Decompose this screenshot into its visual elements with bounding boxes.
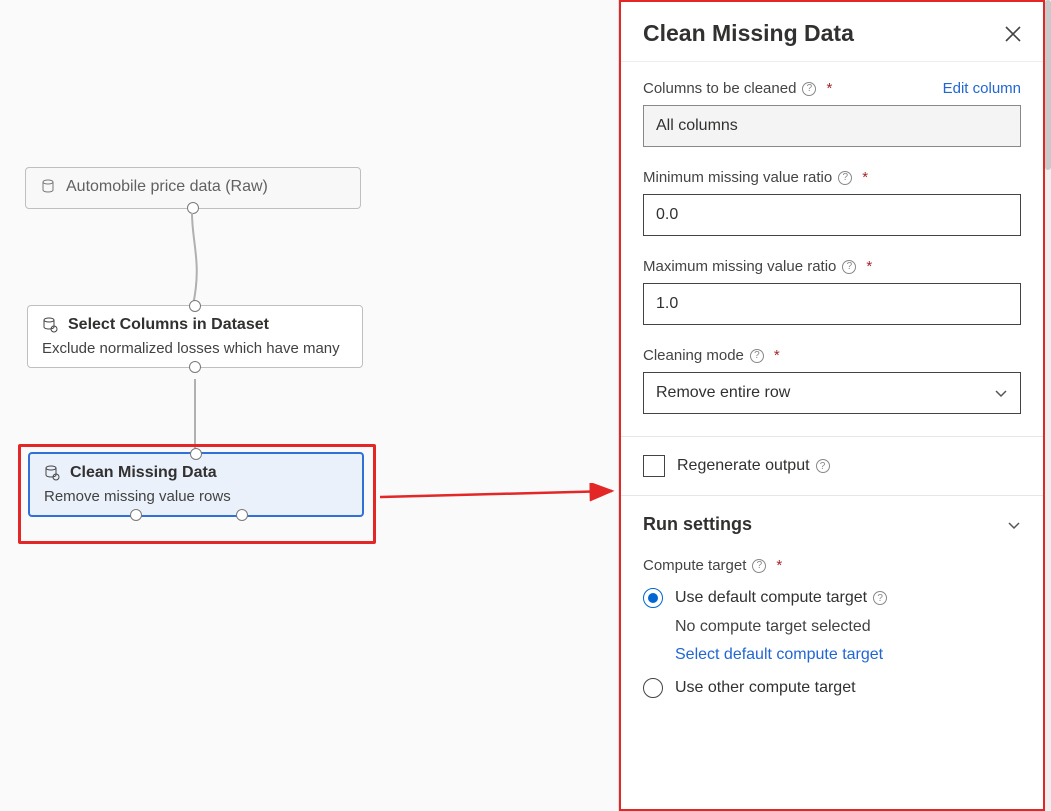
cleaning-mode-label: Cleaning mode ? * <box>643 347 780 364</box>
required-asterisk: * <box>862 169 868 186</box>
node-clean-missing-data[interactable]: Clean Missing Data Remove missing value … <box>28 452 364 517</box>
close-icon[interactable] <box>1005 26 1021 42</box>
help-icon[interactable]: ? <box>838 171 852 185</box>
regenerate-label: Regenerate output ? <box>677 457 830 475</box>
input-port[interactable] <box>189 300 201 312</box>
section-title: Run settings <box>643 514 752 535</box>
required-asterisk: * <box>776 557 782 574</box>
cleaning-mode-value: Remove entire row <box>656 384 790 402</box>
divider <box>621 495 1043 496</box>
node-description: Exclude normalized losses which have man… <box>42 340 348 357</box>
required-asterisk: * <box>826 80 832 97</box>
help-icon[interactable]: ? <box>842 260 856 274</box>
no-compute-selected-text: No compute target selected <box>675 618 1021 636</box>
node-select-columns[interactable]: Select Columns in Dataset Exclude normal… <box>27 305 363 368</box>
min-ratio-label: Minimum missing value ratio ? * <box>643 169 868 186</box>
help-icon[interactable]: ? <box>750 349 764 363</box>
required-asterisk: * <box>866 258 872 275</box>
node-title: Clean Missing Data <box>70 464 217 482</box>
help-icon[interactable]: ? <box>873 591 887 605</box>
connector-2 <box>194 379 196 450</box>
cleaning-mode-select[interactable]: Remove entire row <box>643 372 1021 414</box>
help-icon[interactable]: ? <box>816 459 830 473</box>
node-title: Automobile price data (Raw) <box>66 178 268 196</box>
help-icon[interactable]: ? <box>802 82 816 96</box>
radio-other-compute[interactable] <box>643 678 663 698</box>
database-icon <box>40 179 56 195</box>
run-settings-section[interactable]: Run settings <box>643 514 1021 535</box>
output-port[interactable] <box>189 361 201 373</box>
output-port-2[interactable] <box>236 509 248 521</box>
edit-column-link[interactable]: Edit column <box>943 80 1021 97</box>
chevron-down-icon <box>994 386 1008 400</box>
compute-target-label: Compute target ? * <box>643 557 1021 574</box>
scrollbar[interactable] <box>1045 0 1051 811</box>
pipeline-canvas[interactable]: Automobile price data (Raw) Select Colum… <box>0 0 618 811</box>
annotation-arrow <box>380 483 620 507</box>
select-default-compute-link[interactable]: Select default compute target <box>675 646 883 664</box>
min-ratio-input[interactable] <box>643 194 1021 236</box>
max-ratio-input[interactable] <box>643 283 1021 325</box>
max-ratio-label: Maximum missing value ratio ? * <box>643 258 872 275</box>
required-asterisk: * <box>774 347 780 364</box>
divider <box>621 436 1043 437</box>
radio-default-label: Use default compute target ? <box>675 589 887 607</box>
columns-label: Columns to be cleaned ? * <box>643 80 832 97</box>
radio-default-compute[interactable] <box>643 588 663 608</box>
radio-other-label: Use other compute target <box>675 679 856 697</box>
columns-value[interactable] <box>643 105 1021 147</box>
connector-1 <box>180 213 210 305</box>
chevron-down-icon <box>1007 518 1021 532</box>
output-port-1[interactable] <box>130 509 142 521</box>
database-gear-icon <box>44 465 60 481</box>
panel-title: Clean Missing Data <box>643 20 854 47</box>
node-title: Select Columns in Dataset <box>68 316 269 334</box>
node-automobile-data[interactable]: Automobile price data (Raw) <box>25 167 361 209</box>
database-gear-icon <box>42 317 58 333</box>
help-icon[interactable]: ? <box>752 559 766 573</box>
regenerate-checkbox[interactable] <box>643 455 665 477</box>
properties-panel: Clean Missing Data Columns to be cleaned… <box>618 0 1051 811</box>
input-port[interactable] <box>190 448 202 460</box>
node-description: Remove missing value rows <box>44 488 348 505</box>
